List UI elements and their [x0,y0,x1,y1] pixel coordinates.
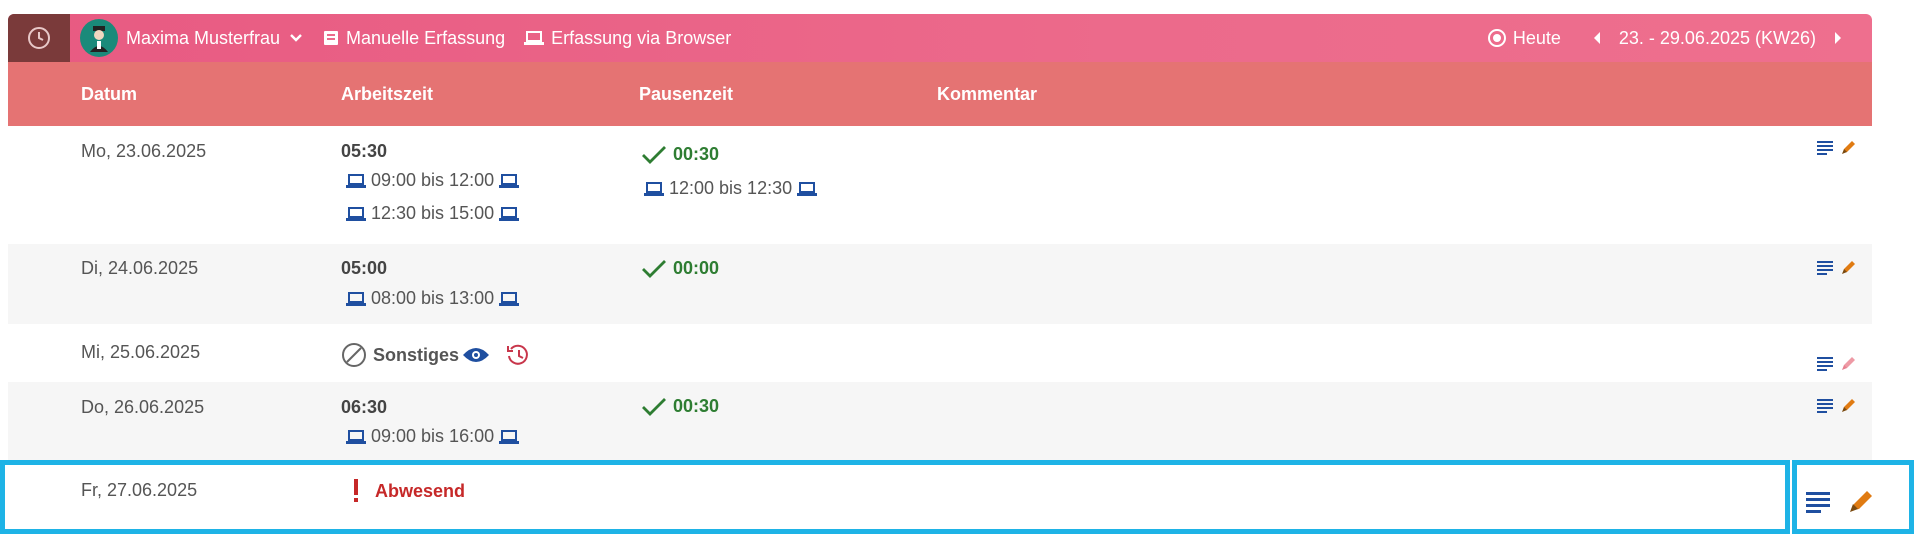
week-range: 23. - 29.06.2025 (KW26) [1618,27,1816,48]
notes-icon[interactable] [1816,259,1834,275]
work-range-text: 08:00 bis 13:00 [371,288,495,308]
target-icon [1487,29,1506,47]
selection-highlight [0,460,1790,534]
work-total: 05:00 [341,258,388,278]
row-actions [1810,138,1858,156]
row-date: Do, 26.06.2025 [81,397,205,417]
header-comment[interactable]: Kommentar [937,84,1037,105]
header-pause[interactable]: Pausenzeit [639,84,733,105]
selection-highlight-actions [1792,460,1914,534]
history-icon[interactable] [505,343,531,367]
work-range: 09:00 bis 12:00 [341,170,524,191]
pause-total: 00:30 [641,144,719,165]
eye-icon[interactable] [461,345,491,365]
pause-total: 00:00 [641,258,719,279]
edit-icon[interactable] [1840,138,1858,156]
history-button[interactable] [8,14,70,62]
laptop-icon [644,181,664,196]
browser-entry-label: Erfassung via Browser [551,27,732,48]
pause-range-text: 12:00 bis 12:30 [669,178,793,198]
laptop-icon [524,31,545,45]
laptop-icon [346,173,366,188]
status-text: Sonstiges [373,344,460,365]
header-date[interactable]: Datum [81,84,137,105]
edit-icon[interactable] [1840,396,1858,414]
status-other: Sonstiges [341,342,531,368]
notes-icon[interactable] [1816,139,1834,155]
row-actions [1810,396,1858,414]
laptop-icon [346,206,366,221]
user-name[interactable]: Maxima Musterfrau [126,28,280,49]
laptop-icon [346,429,366,444]
row-date: Di, 24.06.2025 [81,258,199,278]
pause-total-text: 00:30 [673,396,720,416]
prev-week-icon[interactable] [1591,30,1603,46]
work-range: 08:00 bis 13:00 [341,288,524,309]
check-icon [642,259,666,278]
today-button[interactable]: Heute [1487,28,1561,49]
today-label: Heute [1512,27,1561,48]
check-icon [642,145,666,164]
browser-entry-link[interactable]: Erfassung via Browser [523,28,731,49]
laptop-icon [499,291,520,306]
table-row: Mo, 23.06.2025 05:30 09:00 bis 12:00 12:… [8,126,1872,244]
work-total: 05:30 [341,141,388,161]
manual-entry-label: Manuelle Erfassung [346,27,506,48]
avatar[interactable] [80,19,118,57]
work-range-text: 12:30 bis 15:00 [371,203,495,223]
chevron-down-icon[interactable] [288,30,304,46]
table-row: Di, 24.06.2025 05:00 08:00 bis 13:00 00:… [8,244,1872,324]
work-range-text: 09:00 bis 16:00 [371,426,495,446]
work-range-text: 09:00 bis 12:00 [371,170,495,190]
notes-icon[interactable] [1805,489,1831,513]
laptop-icon [499,429,520,444]
row-date: Mo, 23.06.2025 [81,141,207,161]
edit-icon [1842,357,1855,370]
manual-entry-link[interactable]: Manuelle Erfassung [322,28,505,49]
table-row: Mi, 25.06.2025 Sonstiges [8,324,1872,382]
clock-icon [28,27,50,49]
row-actions [1810,258,1858,276]
block-icon [342,343,366,367]
row-actions [1810,354,1858,372]
laptop-icon [499,206,520,221]
work-range: 12:30 bis 15:00 [341,203,524,224]
pause-range: 12:00 bis 12:30 [639,178,822,199]
user-avatar-icon [90,26,108,52]
notes-icon[interactable] [1816,397,1834,413]
check-icon [642,397,666,416]
row-actions [1805,487,1875,515]
pause-total-text: 00:30 [673,144,720,164]
laptop-icon [797,181,818,196]
work-range: 09:00 bis 16:00 [341,426,524,447]
row-date: Mi, 25.06.2025 [81,342,201,362]
top-toolbar: Maxima Musterfrau Manuelle Erfassung Erf… [8,14,1872,62]
work-total: 06:30 [341,397,388,417]
laptop-icon [499,173,520,188]
header-work[interactable]: Arbeitszeit [341,84,433,105]
pause-total: 00:30 [641,396,719,417]
pause-total-text: 00:00 [673,258,720,278]
table-header: Datum Arbeitszeit Pausenzeit Kommentar [8,62,1872,126]
edit-icon[interactable] [1847,487,1875,515]
next-week-icon[interactable] [1832,30,1844,46]
laptop-icon [346,291,366,306]
edit-icon[interactable] [1840,258,1858,276]
table-row: Do, 26.06.2025 06:30 09:00 bis 16:00 00:… [8,382,1872,460]
form-icon [324,31,339,45]
notes-icon[interactable] [1816,355,1834,371]
